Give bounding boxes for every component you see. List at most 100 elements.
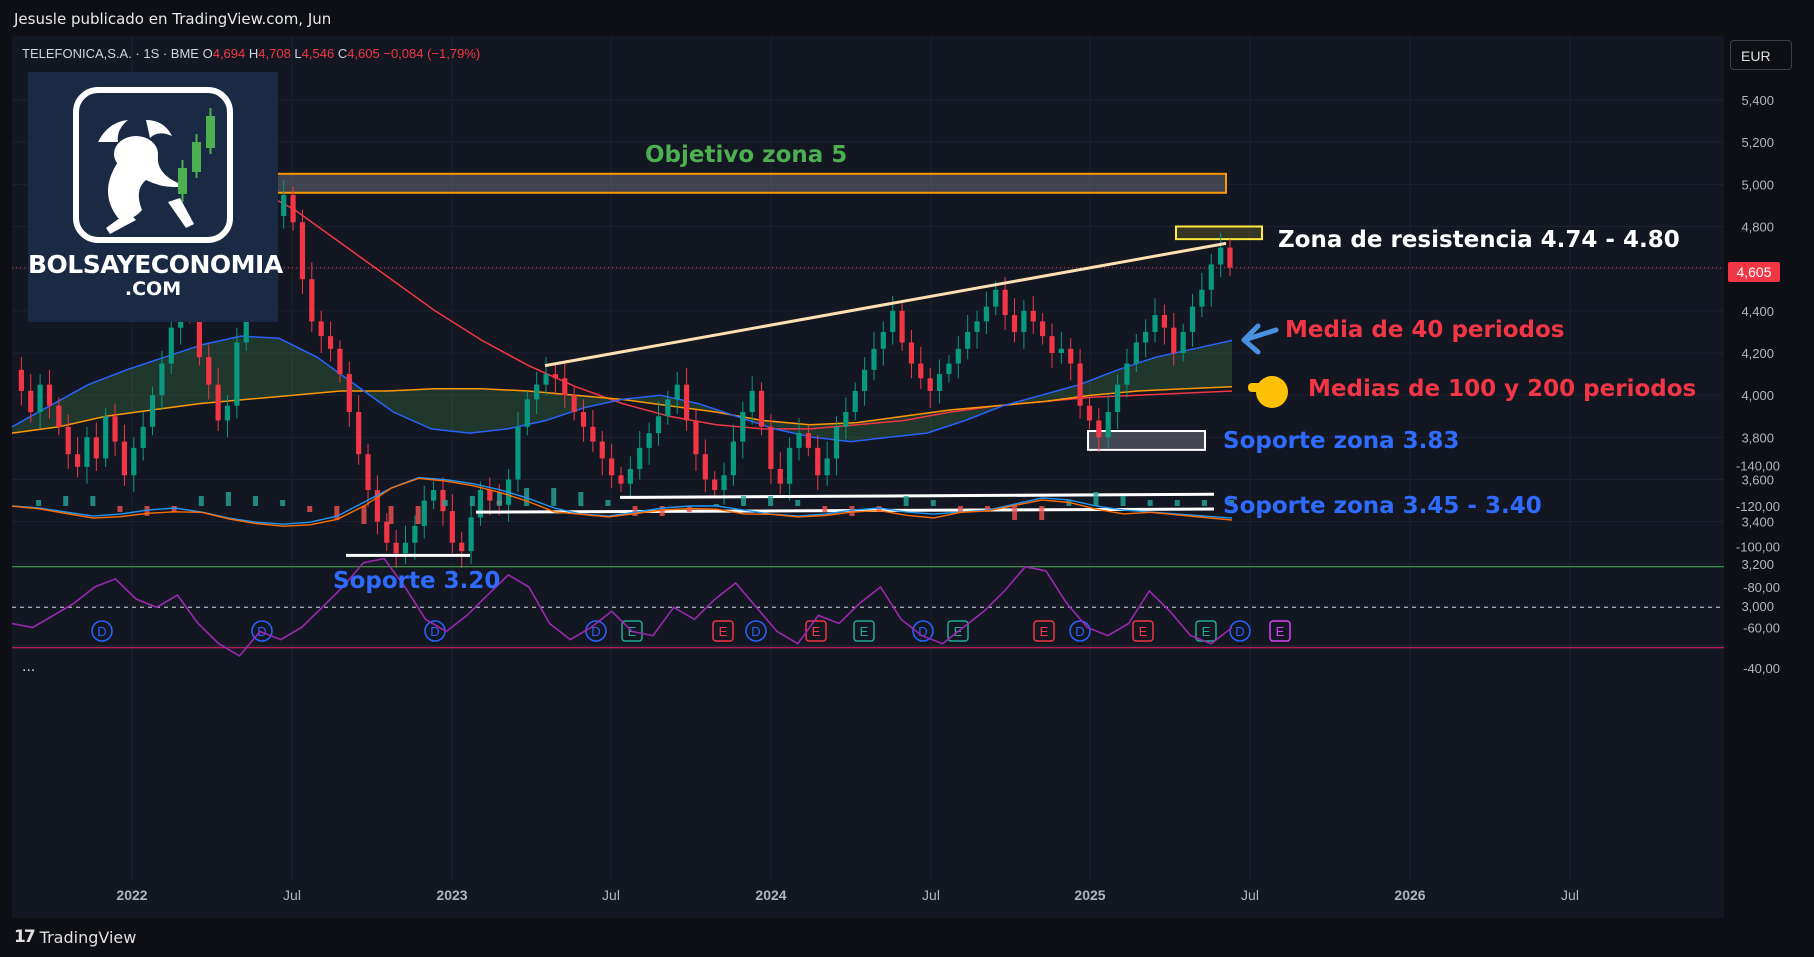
- pane-menu-button[interactable]: ...: [22, 658, 35, 676]
- price-tick-label: 3,400: [1741, 515, 1774, 530]
- candle-body: [908, 342, 915, 364]
- currency-button[interactable]: EUR: [1730, 40, 1792, 70]
- price-tick-label: 3,000: [1741, 599, 1774, 614]
- annotation-objetivo: Objetivo zona 5: [645, 142, 847, 168]
- tradingview-logo[interactable]: 17 TradingView: [14, 927, 136, 947]
- candle-body: [1030, 310, 1036, 322]
- candle-body: [946, 363, 952, 375]
- symbol-legend-text: TELEFONICA,S.A. · 1S · BME O4,694 H4,708…: [22, 46, 480, 61]
- annotation-soporte345-text: Soporte zona 3.45 - 3.40: [1223, 493, 1542, 519]
- candle-body: [1049, 336, 1055, 353]
- candle-body: [590, 426, 596, 442]
- candle-body: [365, 454, 371, 491]
- legend-part: C: [334, 46, 347, 61]
- candle-body: [927, 378, 933, 391]
- candle-body: [1152, 315, 1158, 332]
- candle-body: [749, 390, 755, 413]
- candle-body: [168, 327, 174, 364]
- candle-body: [712, 479, 718, 491]
- indicator-tick-label: -140,00: [1736, 459, 1780, 474]
- candle-body: [224, 405, 231, 421]
- macd-histogram-bar: [957, 506, 963, 512]
- indicator-tick-label: -60,00: [1743, 621, 1780, 636]
- annotation-resistencia: Zona de resistencia 4.74 - 4.80: [1278, 227, 1680, 253]
- macd-histogram-bar: [930, 500, 936, 506]
- macd-histogram-bar: [307, 506, 313, 512]
- candle-body: [730, 441, 737, 476]
- candle-body: [356, 412, 362, 455]
- macd-histogram-bar: [198, 496, 204, 506]
- macd-histogram-bar: [903, 496, 909, 506]
- candle-body: [1171, 327, 1177, 353]
- price-tick-label: 5,200: [1741, 135, 1774, 150]
- candle-body: [290, 194, 296, 223]
- candle-body: [46, 384, 53, 406]
- macd-histogram-bar: [1174, 500, 1180, 506]
- candle-body: [721, 475, 727, 491]
- candle-body: [281, 194, 287, 216]
- candle-body: [683, 384, 690, 421]
- candle-body: [637, 447, 643, 469]
- annotation-soporte383: Soporte zona 3.83: [1223, 428, 1459, 454]
- event-label: E: [860, 624, 869, 639]
- candle-body: [234, 342, 240, 406]
- brand-name: BOLSAYECONOMIA: [28, 250, 283, 279]
- macd-histogram-bar: [768, 496, 774, 506]
- macd-histogram-bar: [90, 496, 96, 506]
- candle-body: [309, 279, 315, 322]
- candle-body: [993, 289, 999, 307]
- candle-body: [1199, 289, 1205, 307]
- macd-histogram-bar: [63, 496, 69, 506]
- candle-body: [936, 374, 943, 391]
- candle-body: [890, 310, 896, 332]
- candle-body: [796, 433, 802, 448]
- candle-body: [646, 433, 652, 448]
- annotation-resistencia-text: Zona de resistencia 4.74 - 4.80: [1278, 227, 1680, 253]
- macd-histogram-bar: [632, 506, 638, 516]
- candle-body: [862, 369, 868, 391]
- annotation-soporte345: Soporte zona 3.45 - 3.40: [1223, 493, 1542, 519]
- macd-histogram-bar: [822, 506, 828, 512]
- candle-body: [805, 433, 811, 448]
- candle-body: [1021, 310, 1027, 332]
- candle-body: [965, 331, 971, 349]
- candle-body: [787, 447, 793, 484]
- legend-part: 4,694: [213, 46, 246, 61]
- legend-part: −0,084 (−1,79%): [380, 46, 480, 61]
- event-label: D: [751, 624, 760, 639]
- time-tick-label: 2025: [1074, 887, 1105, 903]
- candle-body: [852, 390, 858, 413]
- legend-part: L: [291, 46, 302, 61]
- legend-part: O: [203, 46, 213, 61]
- candle-body: [93, 437, 99, 459]
- indicator-tick-label: -120,00: [1736, 499, 1780, 514]
- candle-body: [18, 369, 24, 391]
- time-tick-label: 2024: [755, 887, 786, 903]
- annotation-medias100200: Medias de 100 y 200 periodos: [1308, 376, 1696, 402]
- macd-histogram-bar: [605, 500, 611, 506]
- candle-body: [768, 426, 774, 469]
- macd-histogram-bar: [1147, 500, 1153, 506]
- event-label: D: [1235, 624, 1244, 639]
- legend-part: H: [245, 46, 258, 61]
- candle-body: [1161, 315, 1168, 328]
- annotation-soporte383-text: Soporte zona 3.83: [1223, 428, 1460, 454]
- candle-body: [843, 412, 849, 427]
- footer-bar: [0, 918, 1814, 957]
- macd-histogram-bar: [388, 506, 394, 524]
- candle-body: [1180, 331, 1186, 353]
- candle-body: [337, 348, 343, 375]
- candle-body: [28, 390, 34, 413]
- candle-body: [131, 447, 137, 476]
- candle-body: [149, 395, 156, 427]
- event-label: E: [1276, 624, 1285, 639]
- candle-body: [206, 357, 212, 385]
- legend-part: TELEFONICA,S.A. · 1S · BME: [22, 46, 203, 61]
- candle-body: [121, 441, 128, 476]
- candle-body: [871, 348, 877, 370]
- candle-body: [702, 454, 708, 480]
- candle-body: [1077, 363, 1083, 406]
- candle-body: [112, 416, 118, 442]
- candle-body: [955, 348, 961, 364]
- macd-histogram-bar: [171, 506, 177, 512]
